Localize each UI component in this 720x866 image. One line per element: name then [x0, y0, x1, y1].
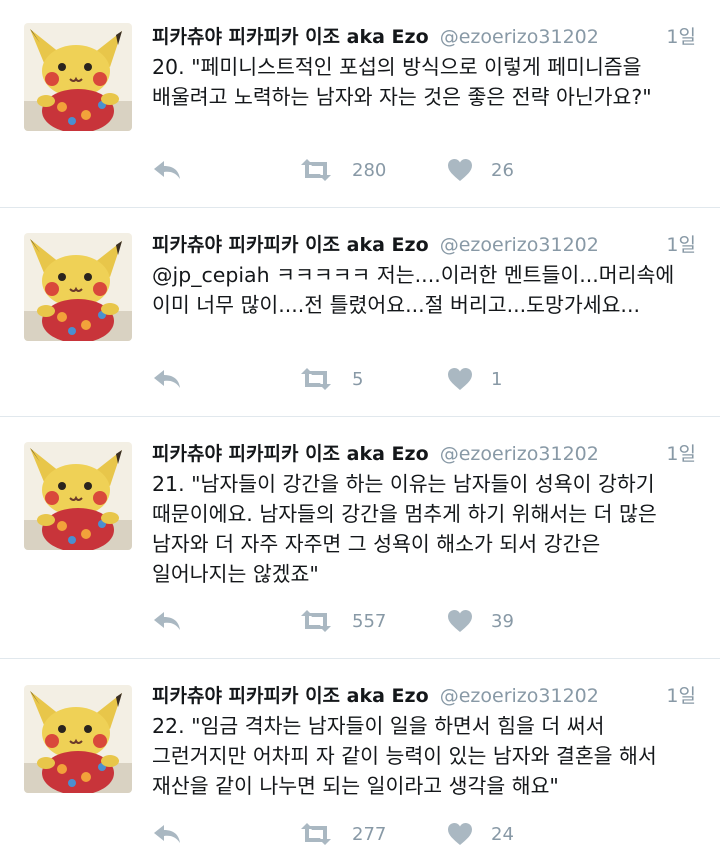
like-count: 26	[491, 159, 514, 181]
tweet-header: 피카츄야 피카피카 이조 aka Ezo @ezoerizo31202 1일	[152, 681, 696, 709]
tweet-text: 20. "페미니스트적인 포섭의 방식으로 이렇게 페미니즘을 배울려고 노력하…	[152, 55, 652, 109]
reply-icon	[152, 609, 182, 633]
avatar[interactable]	[24, 233, 132, 341]
retweet-button[interactable]: 280	[298, 155, 386, 185]
tweet-text: 21. "남자들이 강간을 하는 이유는 남자들이 성욕이 강하기 때문이에요.…	[152, 472, 657, 586]
avatar[interactable]	[24, 23, 132, 131]
like-button[interactable]: 1	[447, 364, 502, 394]
tweet-actions: 557 39	[152, 606, 692, 636]
reply-icon	[152, 158, 182, 182]
retweet-button[interactable]: 557	[298, 606, 386, 636]
like-count: 24	[491, 823, 514, 845]
user-handle[interactable]: @ezoerizo31202	[440, 685, 599, 707]
retweet-icon	[298, 822, 334, 846]
reply-button[interactable]	[152, 819, 182, 849]
tweet-text: @jp_cepiah ㅋㅋㅋㅋㅋ 저는....이러한 멘트들이...머리속에 이…	[152, 263, 675, 317]
heart-icon	[447, 609, 473, 633]
timestamp[interactable]: 1일	[666, 681, 696, 708]
reply-button[interactable]	[152, 155, 182, 185]
like-count: 1	[491, 368, 503, 390]
retweet-count: 557	[352, 610, 387, 632]
tweet-header: 피카츄야 피카피카 이조 aka Ezo @ezoerizo31202 1일	[152, 230, 696, 258]
user-handle[interactable]: @ezoerizo31202	[440, 234, 599, 256]
user-handle[interactable]: @ezoerizo31202	[440, 443, 599, 465]
retweet-count: 5	[352, 368, 364, 390]
retweet-count: 280	[352, 159, 387, 181]
reply-button[interactable]	[152, 606, 182, 636]
tweet-header: 피카츄야 피카피카 이조 aka Ezo @ezoerizo31202 1일	[152, 439, 696, 467]
tweet-actions: 277 24	[152, 819, 692, 849]
display-name[interactable]: 피카츄야 피카피카 이조 aka Ezo	[152, 443, 429, 465]
tweet-actions: 280 26	[152, 155, 692, 185]
display-name[interactable]: 피카츄야 피카피카 이조 aka Ezo	[152, 26, 429, 48]
tweet[interactable]: 피카츄야 피카피카 이조 aka Ezo @ezoerizo31202 1일 @…	[0, 208, 720, 417]
display-name[interactable]: 피카츄야 피카피카 이조 aka Ezo	[152, 685, 429, 707]
tweet-header: 피카츄야 피카피카 이조 aka Ezo @ezoerizo31202 1일	[152, 22, 696, 50]
reply-icon	[152, 822, 182, 846]
retweet-icon	[298, 609, 334, 633]
reply-icon	[152, 367, 182, 391]
tweet-text: 22. "임금 격차는 남자들이 일을 하면서 힘을 더 써서 그런거지만 어차…	[152, 714, 657, 798]
retweet-icon	[298, 158, 334, 182]
tweet[interactable]: 피카츄야 피카피카 이조 aka Ezo @ezoerizo31202 1일 2…	[0, 659, 720, 866]
timestamp[interactable]: 1일	[666, 439, 696, 466]
timestamp[interactable]: 1일	[666, 230, 696, 257]
reply-button[interactable]	[152, 364, 182, 394]
tweet-actions: 5 1	[152, 364, 692, 394]
retweet-button[interactable]: 277	[298, 819, 386, 849]
like-button[interactable]: 26	[447, 155, 514, 185]
avatar[interactable]	[24, 685, 132, 793]
heart-icon	[447, 367, 473, 391]
retweet-count: 277	[352, 823, 387, 845]
retweet-icon	[298, 367, 334, 391]
like-button[interactable]: 39	[447, 606, 514, 636]
timestamp[interactable]: 1일	[666, 22, 696, 49]
retweet-button[interactable]: 5	[298, 364, 363, 394]
tweet[interactable]: 피카츄야 피카피카 이조 aka Ezo @ezoerizo31202 1일 2…	[0, 417, 720, 659]
heart-icon	[447, 822, 473, 846]
tweet[interactable]: 피카츄야 피카피카 이조 aka Ezo @ezoerizo31202 1일 2…	[0, 0, 720, 208]
like-count: 39	[491, 610, 514, 632]
heart-icon	[447, 158, 473, 182]
avatar[interactable]	[24, 442, 132, 550]
user-handle[interactable]: @ezoerizo31202	[440, 26, 599, 48]
display-name[interactable]: 피카츄야 피카피카 이조 aka Ezo	[152, 234, 429, 256]
like-button[interactable]: 24	[447, 819, 514, 849]
